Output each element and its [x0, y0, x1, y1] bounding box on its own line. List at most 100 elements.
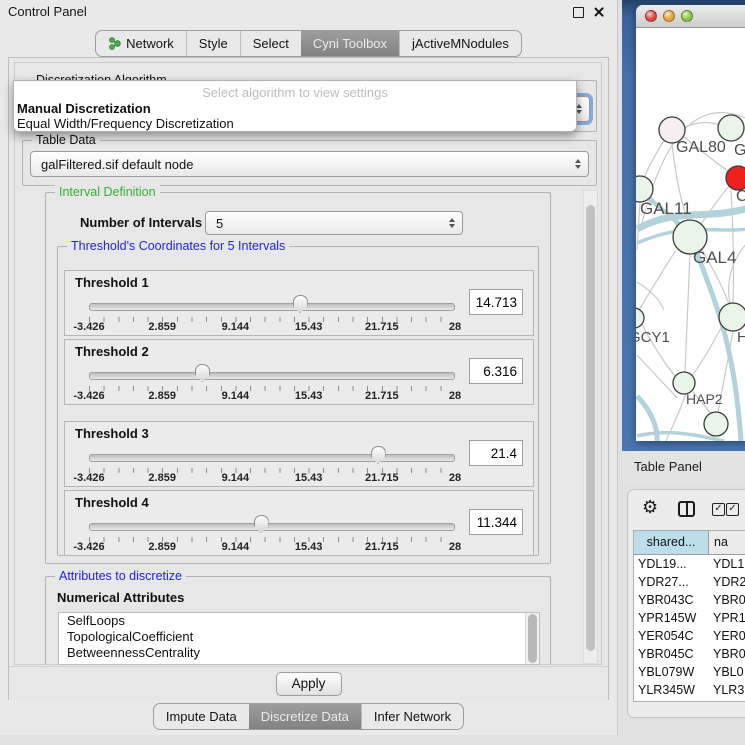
node-label: H — [737, 329, 745, 346]
gear-icon[interactable]: ⚙ — [642, 498, 658, 516]
checkbox-checked-icon[interactable]: ✓ — [712, 503, 725, 516]
table-row[interactable]: YDL19... YDL1 — [634, 555, 745, 573]
network-window[interactable]: GAL80GCGAL11GAL4GCY1HHAP2 — [636, 5, 745, 441]
combo-stepper-icon — [449, 218, 455, 228]
control-panel-titlebar[interactable]: Control Panel — [0, 0, 617, 24]
tab-impute-data[interactable]: Impute Data — [154, 704, 249, 729]
number-of-intervals-combobox[interactable]: 5 — [205, 211, 463, 235]
tick-labels: -3.4262.8599.14415.4321.71528 — [89, 472, 455, 485]
table-row[interactable]: YBR045C YBR0 — [634, 645, 745, 663]
network-node[interactable] — [704, 412, 728, 436]
network-nodes: GAL80GCGAL11GAL4GCY1HHAP2 — [636, 115, 745, 436]
threshold-3-value-field[interactable] — [469, 440, 523, 466]
apply-button[interactable]: Apply — [276, 672, 342, 696]
threshold-4-slider[interactable] — [89, 515, 455, 535]
attribute-list-item[interactable]: BetweennessCentrality — [59, 645, 539, 661]
threshold-4-value-field[interactable] — [469, 509, 523, 535]
network-node[interactable] — [718, 115, 744, 141]
threshold-3-slider[interactable] — [89, 446, 455, 466]
tab-select[interactable]: Select — [240, 31, 301, 56]
tab-label: Discretize Data — [261, 704, 349, 729]
zoom-button[interactable] — [681, 10, 693, 22]
cell-shared-name: YER054C — [634, 627, 710, 645]
tab-style[interactable]: Style — [186, 31, 240, 56]
threshold-label: Threshold 4 — [75, 495, 149, 510]
attribute-list-item[interactable]: SelfLoops — [59, 613, 539, 629]
attribute-list-item[interactable]: TopologicalCoefficient — [59, 629, 539, 645]
column-header-name[interactable]: na — [709, 531, 745, 554]
top-tab-bar: Network Style Select Cyni Toolbox jActiv… — [0, 30, 617, 57]
threshold-2-value-field[interactable] — [469, 358, 523, 384]
checkbox-checked-icon[interactable]: ✓ — [726, 503, 739, 516]
cell-shared-name: YDR27... — [634, 573, 710, 591]
screen: Control Panel Network Style Sele — [0, 0, 745, 745]
columns-icon[interactable] — [678, 501, 695, 517]
table-row[interactable]: YPR145W YPR1 — [634, 609, 745, 627]
threshold-1-value-field[interactable] — [469, 289, 523, 315]
threshold-label: Threshold 3 — [75, 426, 149, 441]
minimize-button[interactable] — [663, 10, 675, 22]
float-window-icon[interactable] — [573, 7, 584, 18]
tick-label: 15.43 — [295, 472, 323, 484]
table-row[interactable]: YBR043C YBR0 — [634, 591, 745, 609]
slider-track[interactable] — [89, 523, 455, 531]
threshold-label: Threshold 1 — [75, 275, 149, 290]
table-data-combobox[interactable]: galFiltered.sif default node — [30, 151, 589, 177]
group-label: Attributes to discretize — [55, 569, 186, 583]
tick-label: 2.859 — [148, 321, 176, 333]
table-header-row: shared... na — [634, 531, 745, 555]
network-canvas[interactable]: GAL80GCGAL11GAL4GCY1HHAP2 — [636, 28, 745, 441]
threshold-1-slider[interactable] — [89, 295, 455, 315]
tab-discretize-data[interactable]: Discretize Data — [249, 704, 361, 729]
popup-hint: Select algorithm to view settings — [14, 85, 576, 100]
tab-network[interactable]: Network — [96, 31, 186, 56]
numerical-attributes-list[interactable]: SelfLoopsTopologicalCoefficientBetweenne… — [58, 612, 540, 665]
table-row[interactable]: YER054C YER0 — [634, 627, 745, 645]
group-label: Interval Definition — [55, 185, 160, 199]
tab-label: Cyni Toolbox — [313, 31, 387, 56]
cell-shared-name: YPR145W — [634, 609, 710, 627]
close-icon[interactable] — [593, 6, 605, 18]
popup-option-manual-discretization[interactable]: Manual Discretization — [17, 101, 151, 116]
group-label: Threshold's Coordinates for 5 Intervals — [67, 239, 289, 253]
scrollbar-thumb[interactable] — [586, 205, 595, 651]
column-header-shared-name[interactable]: shared... — [634, 531, 709, 554]
table-row[interactable]: YLR345W YLR3 — [634, 681, 745, 699]
close-button[interactable] — [645, 10, 657, 22]
tick-label: 15.43 — [295, 541, 323, 553]
table-body: YDL19... YDL1 YDR27... YDR2 YBR043C YBR0 — [634, 555, 745, 702]
network-window-titlebar[interactable] — [636, 5, 745, 28]
tick-label: 28 — [449, 541, 461, 553]
table-row[interactable]: YIL052C YIL0 — [634, 699, 745, 702]
tick-label: -3.426 — [73, 390, 104, 402]
node-label: GAL11 — [640, 199, 692, 218]
list-scrollbar[interactable] — [525, 613, 539, 664]
tab-jactivemnodules[interactable]: jActiveMNodules — [399, 31, 521, 56]
bottom-tab-bar: Impute Data Discretize Data Infer Networ… — [0, 703, 617, 730]
node-label: GAL4 — [693, 248, 736, 267]
cell-shared-name: YBL079W — [634, 663, 710, 681]
network-node[interactable] — [726, 166, 745, 190]
tick-label: 28 — [449, 321, 461, 333]
threshold-2-slider[interactable] — [89, 364, 455, 384]
tick-labels: -3.4262.8599.14415.4321.71528 — [89, 390, 455, 403]
tick-label: 21.715 — [365, 541, 399, 553]
settings-scrollbar[interactable] — [583, 190, 598, 664]
threshold-2-panel: Threshold 2 -3.4262.8599.14415.4321.7152… — [64, 339, 534, 405]
network-node[interactable] — [719, 303, 745, 331]
tab-label: Select — [253, 31, 289, 56]
slider-track[interactable] — [89, 372, 455, 380]
slider-track[interactable] — [89, 454, 455, 462]
tab-infer-network[interactable]: Infer Network — [361, 704, 463, 729]
slider-track[interactable] — [89, 303, 455, 311]
popup-option-equal-width-frequency[interactable]: Equal Width/Frequency Discretization — [17, 116, 234, 131]
table-row[interactable]: YBL079W YBL0 — [634, 663, 745, 681]
table-panel-titlebar[interactable]: Table Panel — [622, 451, 745, 482]
tick-label: 21.715 — [365, 472, 399, 484]
tab-cyni-toolbox[interactable]: Cyni Toolbox — [301, 31, 399, 56]
tick-label: 28 — [449, 472, 461, 484]
tick-label: 15.43 — [295, 321, 323, 333]
combo-stepper-icon — [575, 159, 581, 169]
cell-shared-name: YIL052C — [634, 699, 710, 702]
table-row[interactable]: YDR27... YDR2 — [634, 573, 745, 591]
